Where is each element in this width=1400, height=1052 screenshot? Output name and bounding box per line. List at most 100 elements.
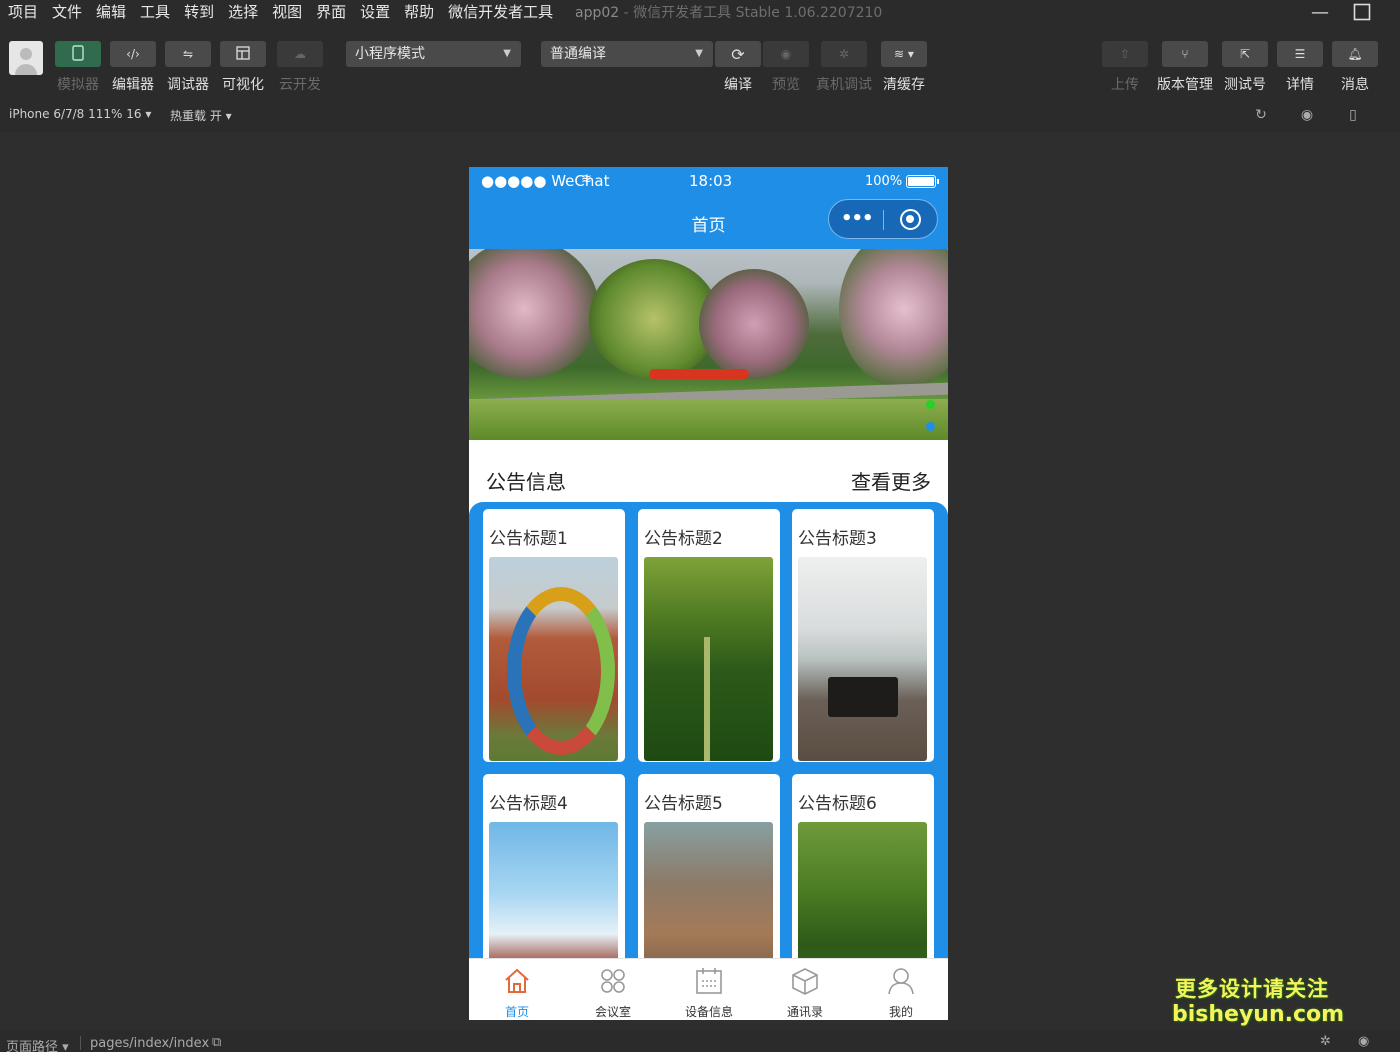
view-more-link[interactable]: 查看更多: [851, 466, 931, 495]
menu-help[interactable]: 帮助: [396, 1, 440, 23]
notice-card[interactable]: 公告标题6: [792, 774, 934, 962]
notice-card[interactable]: 公告标题3: [792, 509, 934, 762]
notice-header: 公告信息 查看更多: [469, 452, 948, 502]
menu-goto[interactable]: 转到: [176, 1, 220, 23]
tab-contacts[interactable]: 通讯录: [757, 959, 853, 1020]
external-icon: ⇱: [1239, 47, 1251, 61]
phone-status-bar: ●●●●● WeChat ≋ 18:03 100%: [469, 167, 948, 195]
watermark-line2: bisheyun.com: [1172, 1002, 1345, 1027]
notice-card-image: [644, 557, 773, 761]
notice-title: 公告信息: [486, 470, 566, 494]
status-time: 18:03: [689, 172, 733, 190]
notice-card[interactable]: 公告标题1: [483, 509, 625, 762]
notice-card[interactable]: 公告标题2: [638, 509, 780, 762]
minimize-icon[interactable]: —: [1300, 0, 1340, 24]
tab-meeting-room[interactable]: 会议室: [565, 959, 661, 1020]
clear-cache-button[interactable]: ≋ ▾: [881, 41, 927, 67]
menu-tools[interactable]: 工具: [132, 1, 176, 23]
messages-button[interactable]: 🔔︎: [1332, 41, 1378, 67]
menu-icon: ☰: [1294, 47, 1306, 61]
menu-wechat-devtools[interactable]: 微信开发者工具: [440, 1, 559, 23]
watermark: 更多设计请关注 bisheyun.com: [1172, 976, 1345, 1028]
notice-card-image: [798, 557, 927, 761]
messages-label: 消息: [1341, 77, 1369, 93]
grid-icon: [599, 967, 627, 995]
hot-reload-toggle[interactable]: 热重载 开 ▾: [170, 107, 232, 124]
menu-view[interactable]: 视图: [264, 1, 308, 23]
editor-button[interactable]: ‹/›: [110, 41, 156, 67]
chevron-down-icon: ▼: [695, 48, 703, 59]
tab-bar: 首页 会议室 设备信息 通讯录 我的: [469, 958, 948, 1020]
page-path-select[interactable]: 页面路径 ▾: [6, 1036, 69, 1052]
more-icon[interactable]: •••: [841, 208, 874, 229]
window-title: app02 - 微信开发者工具 Stable 1.06.2207210: [575, 2, 882, 22]
menu-edit[interactable]: 编辑: [88, 1, 132, 23]
menu-interface[interactable]: 界面: [308, 1, 352, 23]
bug-icon[interactable]: ✲: [1320, 1034, 1331, 1049]
tab-mine[interactable]: 我的: [853, 959, 948, 1020]
cloud-label: 云开发: [279, 77, 321, 93]
notice-card-title: 公告标题2: [644, 529, 723, 549]
rotate-icon[interactable]: ↻: [1252, 106, 1270, 124]
notice-card-title: 公告标题4: [489, 794, 568, 814]
version-button[interactable]: ⑂: [1162, 41, 1208, 67]
version-label: 版本管理: [1157, 77, 1213, 93]
menu-select[interactable]: 选择: [220, 1, 264, 23]
banner-swiper[interactable]: [469, 249, 948, 440]
test-account-button[interactable]: ⇱: [1222, 41, 1268, 67]
eye-icon: ◉: [780, 47, 792, 61]
record-icon[interactable]: ◉: [1298, 106, 1316, 124]
home-icon: [503, 967, 531, 995]
close-target-icon[interactable]: [900, 209, 921, 230]
debugger-button[interactable]: ⇋: [165, 41, 211, 67]
code-icon: ‹/›: [126, 47, 140, 61]
menu-project[interactable]: 项目: [0, 1, 44, 23]
banner-dot-2[interactable]: [926, 422, 935, 431]
tab-contacts-label: 通讯录: [786, 1005, 823, 1019]
visual-button[interactable]: [220, 41, 266, 67]
tab-home[interactable]: 首页: [469, 959, 565, 1020]
upload-button[interactable]: ⇧: [1102, 41, 1148, 67]
layers-icon: ≋ ▾: [894, 47, 914, 61]
compile-button[interactable]: ⟳: [715, 41, 761, 67]
notice-card[interactable]: 公告标题4: [483, 774, 625, 962]
cloud-button[interactable]: ☁: [277, 41, 323, 67]
maximize-icon[interactable]: [1342, 0, 1382, 24]
device-icon[interactable]: ▯: [1344, 106, 1362, 124]
device-select[interactable]: iPhone 6/7/8 111% 16 ▾: [9, 107, 151, 121]
notice-card-title: 公告标题6: [798, 794, 877, 814]
notice-card-image: [489, 822, 618, 962]
battery-text: 100%: [865, 174, 903, 189]
compile-select[interactable]: 普通编译 ▼: [541, 41, 713, 67]
tab-meeting-room-label: 会议室: [594, 1005, 631, 1019]
notice-card-image: [644, 822, 773, 962]
remote-debug-button[interactable]: ✲: [821, 41, 867, 67]
watermark-line1: 更多设计请关注: [1175, 977, 1329, 1001]
compile-label: 编译: [724, 77, 752, 93]
debug-icon: ⇋: [182, 47, 194, 61]
menu-file[interactable]: 文件: [44, 1, 88, 23]
eye-icon[interactable]: ◉: [1358, 1034, 1369, 1049]
menu-settings[interactable]: 设置: [352, 1, 396, 23]
bug-icon: ✲: [838, 47, 850, 61]
visual-label: 可视化: [222, 77, 264, 93]
notice-card-title: 公告标题1: [489, 529, 568, 549]
notice-card-image: [798, 822, 927, 962]
page-path-value: pages/index/index: [90, 1036, 210, 1051]
preview-button[interactable]: ◉: [763, 41, 809, 67]
layout-icon: [236, 45, 250, 63]
mode-select[interactable]: 小程序模式 ▼: [346, 41, 521, 67]
test-account-label: 测试号: [1224, 77, 1266, 93]
phone-icon: [72, 44, 84, 64]
avatar[interactable]: [9, 41, 43, 75]
banner-dot-1[interactable]: [926, 400, 935, 409]
simulator-button[interactable]: [55, 41, 101, 67]
editor-label: 编辑器: [112, 77, 154, 93]
chevron-down-icon: ▼: [503, 48, 511, 59]
copy-icon[interactable]: ⧉: [212, 1035, 221, 1050]
tab-equipment[interactable]: 设备信息: [661, 959, 757, 1020]
notice-card[interactable]: 公告标题5: [638, 774, 780, 962]
notice-card-title: 公告标题3: [798, 529, 877, 549]
refresh-icon: ⟳: [731, 44, 745, 64]
details-button[interactable]: ☰: [1277, 41, 1323, 67]
